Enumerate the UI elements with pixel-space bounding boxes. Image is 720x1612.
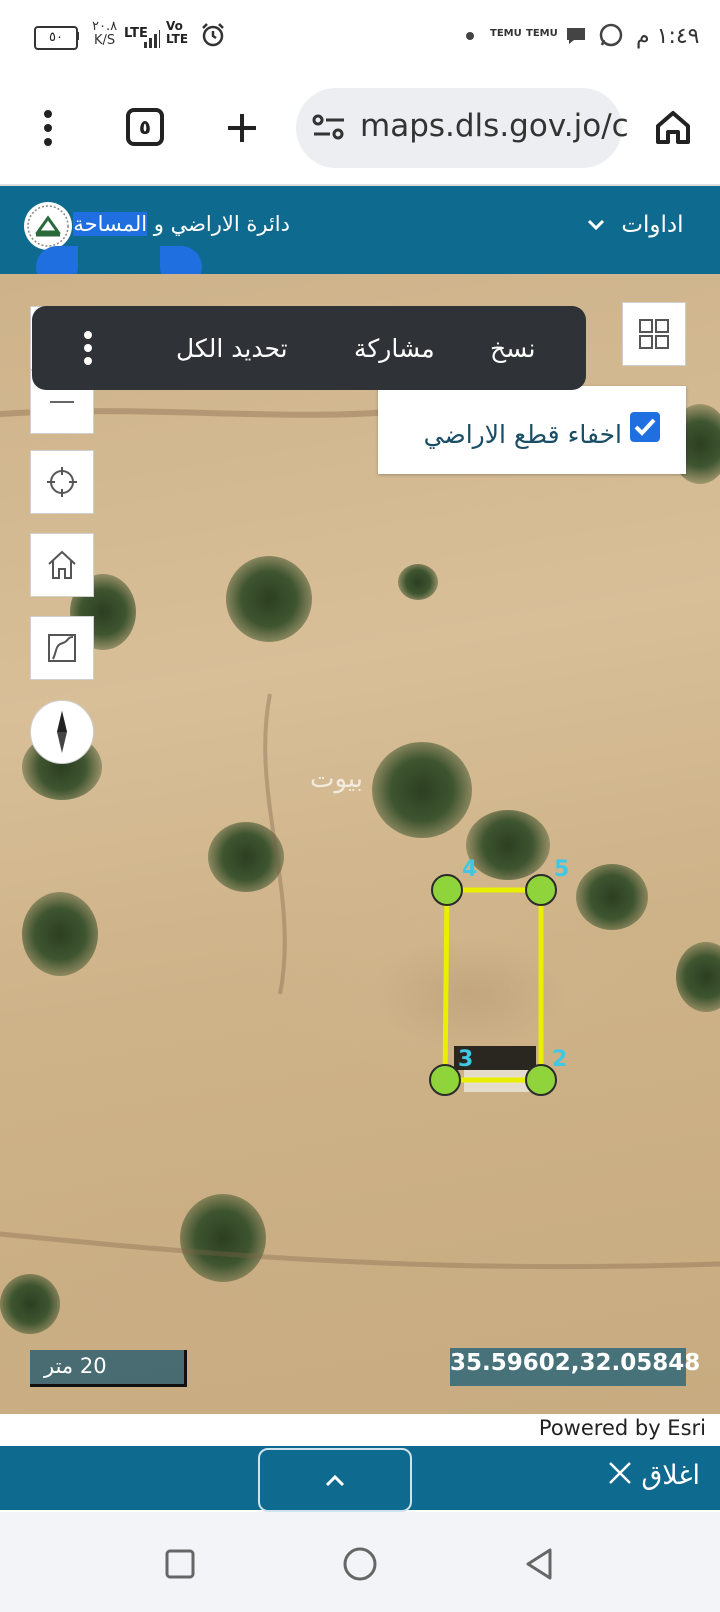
chevron-down-icon xyxy=(586,212,606,238)
tools-label: اداوات xyxy=(621,212,684,238)
grid-icon xyxy=(639,319,669,349)
clock: ١:٤٩ م xyxy=(636,24,700,49)
home-icon[interactable] xyxy=(654,108,692,146)
map-icon xyxy=(48,634,76,662)
crosshair-icon xyxy=(47,467,77,497)
layers-grid-button[interactable] xyxy=(622,302,686,366)
compass-icon xyxy=(57,711,67,753)
home-extent-button[interactable] xyxy=(30,533,94,597)
selected-text[interactable]: المساحة xyxy=(73,212,148,236)
parcel-vertex[interactable] xyxy=(525,874,557,906)
net-speed-value: ٢٠.٨ xyxy=(92,19,118,34)
chevron-up-icon xyxy=(325,1474,345,1487)
scale-label: 20 متر xyxy=(44,1354,107,1378)
checkmark-icon xyxy=(634,418,656,436)
home-circle-icon[interactable] xyxy=(342,1546,378,1582)
close-button[interactable]: اغلاق xyxy=(607,1460,700,1493)
status-bar: ٥٠ ٢٠.٨ K/S LTE Vo LTE TEMU TEMU ١:٤٩ م xyxy=(0,0,720,72)
vertex-label: 3 xyxy=(458,1047,473,1072)
page-title: دائرة الاراضي و المساحة xyxy=(73,212,290,236)
logo-emblem-icon xyxy=(27,205,69,247)
whatsapp-icon xyxy=(599,23,623,47)
recent-apps-icon[interactable] xyxy=(164,1548,196,1580)
more-options-icon[interactable] xyxy=(38,108,58,148)
close-label: اغلاق xyxy=(641,1460,700,1491)
select-all-menu-item[interactable]: تحديد الكل xyxy=(176,334,288,363)
message-icon xyxy=(567,28,585,44)
back-icon[interactable] xyxy=(522,1546,556,1582)
url-text[interactable]: maps.dls.gov.jo/c xyxy=(360,108,629,144)
compass-button[interactable] xyxy=(30,700,94,764)
basemap-button[interactable] xyxy=(30,616,94,680)
volte-icon: Vo LTE xyxy=(166,19,189,46)
tab-switcher-button[interactable]: ٥ xyxy=(126,108,164,146)
tab-count: ٥ xyxy=(138,115,152,139)
copy-menu-item[interactable]: نسخ xyxy=(490,334,535,363)
hide-parcels-checkbox[interactable] xyxy=(630,412,660,442)
menu-overflow-icon[interactable] xyxy=(80,330,96,366)
close-icon xyxy=(607,1460,633,1493)
lte-signal-icon: LTE xyxy=(124,22,160,48)
battery-level: ٥٠ xyxy=(49,30,63,45)
tools-dropdown[interactable]: اداوات xyxy=(586,212,683,238)
share-menu-item[interactable]: مشاركة xyxy=(354,334,435,363)
battery-icon: ٥٠ xyxy=(34,26,78,50)
hide-parcels-label[interactable]: اخفاء قطع الاراضي xyxy=(424,420,622,449)
house-icon xyxy=(48,550,76,579)
vertex-label: 2 xyxy=(552,1047,567,1072)
vertex-label: 4 xyxy=(462,857,477,882)
minus-icon xyxy=(50,401,74,403)
temu-icon: TEMU xyxy=(490,28,522,39)
expand-panel-button[interactable] xyxy=(258,1448,412,1512)
parcel-vertex[interactable] xyxy=(431,874,463,906)
attribution-text[interactable]: Powered by Esri xyxy=(539,1416,706,1440)
parcel-vertex[interactable] xyxy=(429,1064,461,1096)
alarm-icon xyxy=(202,23,224,47)
coordinate-readout: 35.59602,32.05848 xyxy=(450,1350,701,1376)
temu-icon: TEMU xyxy=(526,28,558,39)
new-tab-icon[interactable] xyxy=(224,110,260,146)
site-settings-icon[interactable] xyxy=(312,112,346,142)
notification-dot-icon xyxy=(466,32,474,40)
locate-button[interactable] xyxy=(30,450,94,514)
dls-logo xyxy=(24,202,72,250)
net-speed-unit: K/S xyxy=(93,33,116,48)
vertex-label: 5 xyxy=(554,857,569,882)
